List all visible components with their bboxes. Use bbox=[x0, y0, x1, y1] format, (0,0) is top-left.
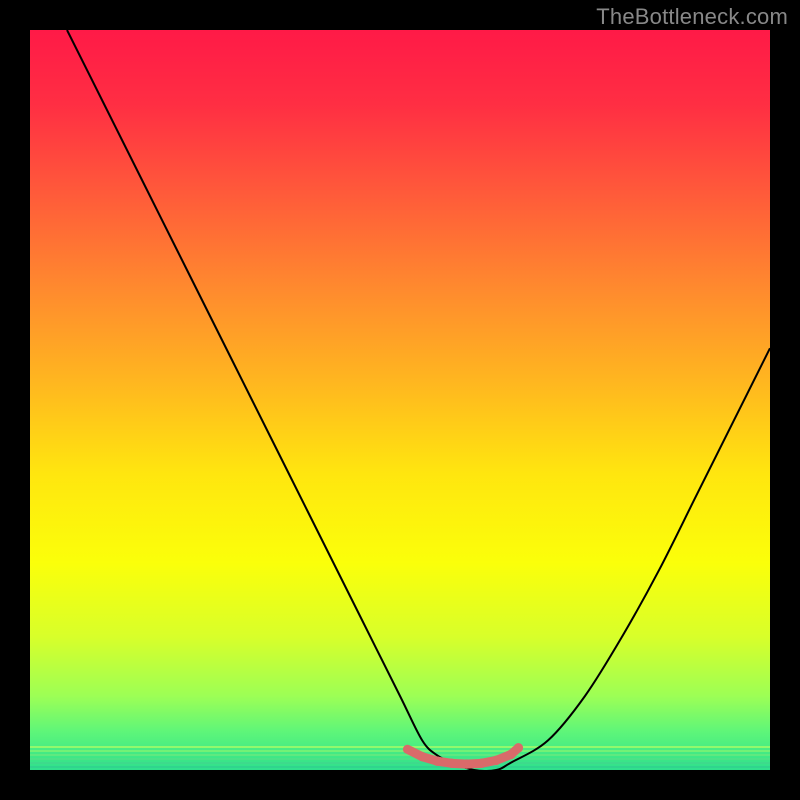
valley-marker-dot bbox=[506, 750, 515, 759]
bottom-stripe bbox=[30, 766, 770, 768]
bottom-stripe bbox=[30, 762, 770, 764]
valley-marker-dot bbox=[477, 759, 486, 768]
bottom-stripe bbox=[30, 758, 770, 760]
chart-svg bbox=[30, 30, 770, 770]
watermark-text: TheBottleneck.com bbox=[596, 4, 788, 30]
plot-area bbox=[30, 30, 770, 770]
valley-marker-dot bbox=[447, 759, 456, 768]
bottom-stripe bbox=[30, 750, 770, 752]
valley-marker-dot bbox=[462, 759, 471, 768]
valley-marker-dot bbox=[432, 756, 441, 765]
gradient-background bbox=[30, 30, 770, 770]
valley-marker-dot bbox=[418, 752, 427, 761]
bottom-stripe bbox=[30, 746, 770, 748]
bottom-stripe bbox=[30, 754, 770, 756]
valley-marker-dot bbox=[492, 756, 501, 765]
chart-frame: TheBottleneck.com bbox=[0, 0, 800, 800]
valley-marker-dot bbox=[514, 743, 523, 752]
